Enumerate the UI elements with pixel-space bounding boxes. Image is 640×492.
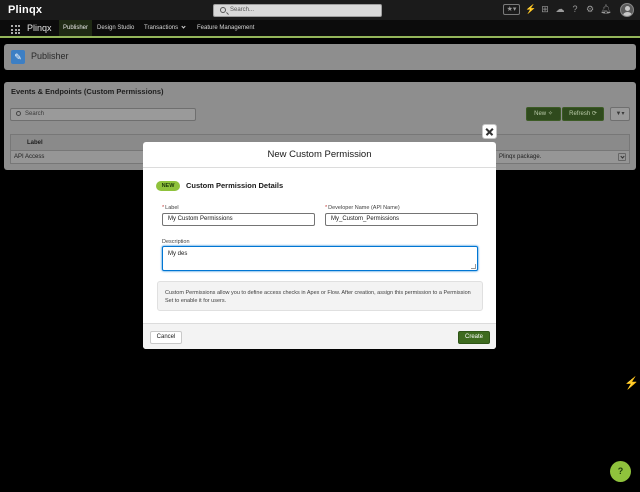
list-search-placeholder: Search bbox=[25, 111, 45, 117]
publisher-icon: ✎ bbox=[11, 50, 25, 64]
cancel-button[interactable]: Cancel bbox=[150, 331, 182, 344]
new-button[interactable]: New ✧ bbox=[526, 107, 561, 121]
tab-feature-management[interactable]: Feature Management bbox=[197, 25, 254, 31]
new-badge: NEW bbox=[156, 181, 180, 191]
chevron-down-icon[interactable] bbox=[181, 24, 186, 29]
filter-button[interactable]: ▼▾ bbox=[610, 107, 630, 121]
page-header: ✎ Publisher bbox=[4, 44, 636, 70]
row-description: Plinqx package. bbox=[499, 154, 542, 160]
label-field-label-text: Label bbox=[165, 205, 179, 211]
notifications-bell-icon[interactable]: 🔔︎ bbox=[600, 4, 611, 15]
row-actions-chevron-icon[interactable] bbox=[618, 153, 626, 161]
global-search-input[interactable]: Search... bbox=[213, 4, 382, 17]
close-icon[interactable] bbox=[482, 124, 497, 139]
search-icon bbox=[220, 7, 226, 13]
user-avatar[interactable] bbox=[620, 3, 634, 17]
description-field-label: Description bbox=[162, 239, 190, 245]
favorites-star-icon[interactable]: ★▾ bbox=[503, 4, 520, 15]
filter-icon: ▼▾ bbox=[615, 111, 625, 117]
info-text: Custom Permissions allow you to define a… bbox=[157, 281, 483, 311]
column-header-label[interactable]: Label bbox=[27, 140, 43, 146]
label-field-label: *Label bbox=[162, 205, 179, 211]
new-button-label: New bbox=[534, 111, 547, 117]
developer-name-field-label-text: Developer Name (API Name) bbox=[328, 205, 400, 211]
cloud-icon[interactable]: ☁ bbox=[555, 4, 565, 15]
help-button[interactable]: ? bbox=[610, 461, 631, 482]
refresh-button[interactable]: Refresh ⟳ bbox=[562, 107, 604, 121]
add-icon[interactable]: ⊞ bbox=[540, 4, 550, 15]
lightning-icon[interactable]: ⚡ bbox=[525, 4, 536, 15]
search-icon bbox=[16, 111, 21, 116]
app-logo[interactable]: Plinqx bbox=[8, 4, 42, 16]
lightning-utility-icon[interactable]: ⚡ bbox=[624, 376, 639, 390]
section-title: Custom Permission Details bbox=[186, 181, 284, 190]
tab-transactions[interactable]: Transactions bbox=[144, 24, 186, 31]
new-custom-permission-modal: New Custom Permission NEW Custom Permiss… bbox=[143, 142, 496, 349]
tab-publisher[interactable]: Publisher bbox=[59, 20, 93, 38]
app-name: Plinqx bbox=[27, 23, 52, 33]
list-search-input[interactable]: Search bbox=[10, 108, 196, 121]
developer-name-field[interactable]: My_Custom_Permissions bbox=[325, 213, 478, 226]
developer-name-field-label: *Developer Name (API Name) bbox=[325, 205, 400, 211]
row-label[interactable]: API Access bbox=[14, 154, 44, 160]
create-button[interactable]: Create bbox=[458, 331, 490, 344]
description-textarea[interactable]: My des bbox=[162, 246, 478, 271]
global-search-placeholder: Search... bbox=[230, 7, 255, 13]
app-launcher-icon[interactable] bbox=[11, 25, 20, 34]
tab-design-studio[interactable]: Design Studio bbox=[97, 25, 134, 31]
tab-transactions-label: Transactions bbox=[144, 25, 179, 31]
app-navigation-bar: Plinqx Publisher Design Studio Transacti… bbox=[0, 20, 640, 38]
modal-title: New Custom Permission bbox=[143, 142, 496, 168]
required-marker: * bbox=[162, 205, 165, 211]
required-marker: * bbox=[325, 205, 328, 211]
refresh-button-label: Refresh bbox=[569, 111, 591, 117]
settings-icon[interactable]: ⚙ bbox=[585, 4, 595, 15]
list-title: Events & Endpoints (Custom Permissions) bbox=[11, 87, 164, 96]
help-icon[interactable]: ? bbox=[570, 4, 580, 15]
global-header: Plinqx Search... ★▾ ⚡ ⊞ ☁ ? ⚙ 🔔︎ bbox=[0, 0, 640, 20]
header-utility-icons: ★▾ ⚡ ⊞ ☁ ? ⚙ 🔔︎ bbox=[503, 4, 611, 15]
page-title: Publisher bbox=[31, 51, 69, 61]
label-field[interactable]: My Custom Permissions bbox=[162, 213, 315, 226]
modal-footer: Cancel Create bbox=[143, 323, 496, 349]
